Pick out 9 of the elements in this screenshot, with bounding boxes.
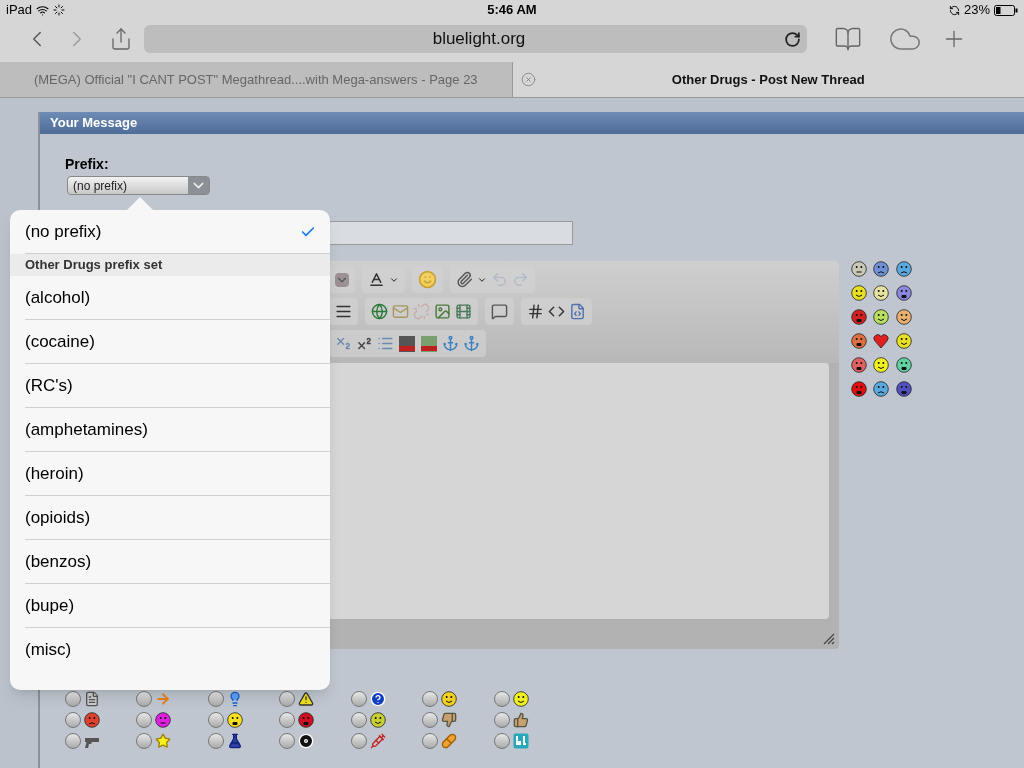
- battery-percentage: 23%: [963, 1, 990, 20]
- device-name: iPad: [6, 1, 33, 20]
- menu-section-header: Other Drugs prefix set: [10, 254, 330, 276]
- prefix-value: (no prefix): [72, 177, 129, 195]
- tab-title: (MEGA) Official "I CANT POST" Megathread....with Mega-answers - Page 23: [33, 70, 478, 89]
- clock: 5:46 AM: [487, 1, 537, 20]
- tab-title: Other Drugs - Post New Thread: [671, 70, 865, 89]
- prefix-label: Prefix:: [65, 156, 110, 172]
- section-header: Your Message: [40, 112, 1024, 134]
